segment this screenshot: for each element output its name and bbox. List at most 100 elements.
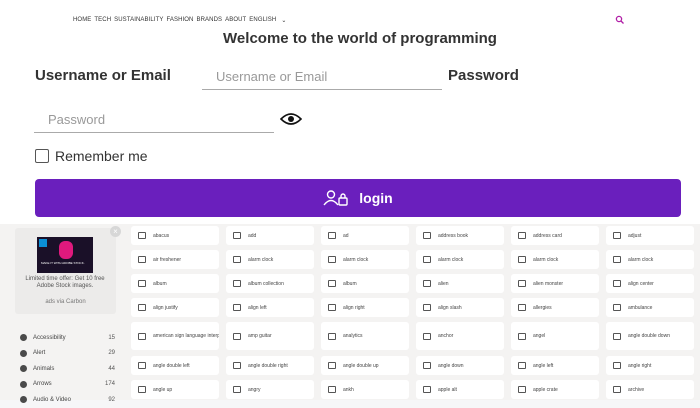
search-icon[interactable] [615, 15, 625, 25]
nav-fashion[interactable]: FASHION [166, 17, 193, 23]
nav-links: HOME TECH SUSTAINABILITY FASHION BRANDS … [73, 17, 286, 24]
icon-tile[interactable]: album [321, 274, 409, 293]
nav-about[interactable]: ABOUT [225, 17, 246, 23]
icon-tile-label: ambulance [628, 304, 653, 311]
amp-guitar-icon [233, 332, 241, 340]
chevron-down-icon[interactable]: ⌄ [281, 17, 286, 24]
icon-tile[interactable]: air freshener [131, 250, 219, 269]
icon-tile[interactable]: alarm clock [416, 250, 504, 269]
icon-tile[interactable]: allergies [511, 298, 599, 317]
icon-tile[interactable]: alarm clock [606, 250, 694, 269]
icon-tile[interactable]: alien monster [511, 274, 599, 293]
icon-tile[interactable]: add [226, 226, 314, 245]
icon-tile-label: alarm clock [438, 256, 464, 263]
icon-tile[interactable]: alarm clock [511, 250, 599, 269]
abacus-icon [138, 232, 146, 239]
icon-tile[interactable]: angle double left [131, 356, 219, 375]
nav-language[interactable]: ENGLISH [249, 17, 276, 23]
ad-image[interactable]: MAKE IT WITH ADOBE STOCK. [37, 237, 93, 273]
icon-tile[interactable]: apple alt [416, 380, 504, 399]
align-right-icon [328, 304, 336, 311]
icon-tile[interactable]: ankh [321, 380, 409, 399]
ad-attribution[interactable]: ads via Carbon [15, 299, 116, 305]
carbon-ad[interactable]: × MAKE IT WITH ADOBE STOCK. Limited time… [15, 226, 121, 314]
angle-left-icon [518, 362, 526, 369]
icon-tile[interactable]: angle double down [606, 322, 694, 350]
icon-tile-label: align right [343, 304, 365, 311]
icon-tile[interactable]: album collection [226, 274, 314, 293]
icon-tile[interactable]: adjust [606, 226, 694, 245]
password-input[interactable] [34, 106, 274, 133]
icon-tile[interactable]: analytics [321, 322, 409, 350]
icon-tile-label: anchor [438, 333, 454, 339]
icon-tile[interactable]: anchor [416, 322, 504, 350]
icon-tile-label: angle double down [628, 333, 670, 339]
icon-tile[interactable]: align justify [131, 298, 219, 317]
icon-tile[interactable]: angle up [131, 380, 219, 399]
remember-label: Remember me [55, 148, 148, 164]
icon-tile[interactable]: alien [416, 274, 504, 293]
alarm-clock-icon [518, 256, 526, 263]
adjust-icon [613, 232, 621, 239]
icon-tile-label: address card [533, 232, 562, 239]
arrows-icon [20, 380, 27, 388]
icon-tile[interactable]: angle left [511, 356, 599, 375]
align-left-icon [233, 304, 241, 311]
icon-tile-label: alarm clock [533, 256, 559, 263]
ad-caption[interactable]: Limited time offer: Get 10 free Adobe St… [25, 276, 105, 290]
icon-tile[interactable]: amp guitar [226, 322, 314, 350]
icon-tile[interactable]: ambulance [606, 298, 694, 317]
bell-icon [20, 349, 27, 357]
icon-tile[interactable]: alarm clock [321, 250, 409, 269]
close-icon[interactable]: × [110, 226, 121, 237]
icon-tile[interactable]: angry [226, 380, 314, 399]
album-icon [328, 280, 336, 287]
icon-tile[interactable]: archive [606, 380, 694, 399]
eye-icon[interactable] [280, 112, 302, 126]
icon-tile-label: abacus [153, 232, 170, 239]
category-item[interactable]: Accessibility 15 [20, 330, 115, 346]
icon-tile[interactable]: abacus [131, 226, 219, 245]
icon-tile[interactable]: apple crate [511, 380, 599, 399]
icon-tile[interactable]: angel [511, 322, 599, 350]
paw-icon [20, 365, 27, 373]
icon-tile[interactable]: align left [226, 298, 314, 317]
icon-tile-label: alarm clock [248, 256, 274, 263]
icon-tile[interactable]: angle down [416, 356, 504, 375]
remember-me[interactable]: Remember me [35, 148, 148, 164]
air-freshener-icon [138, 256, 146, 263]
remember-checkbox[interactable] [35, 149, 49, 163]
username-input[interactable] [202, 64, 442, 90]
alarm-clock-icon [233, 256, 241, 263]
icon-tile[interactable]: angle double right [226, 356, 314, 375]
icon-tile[interactable]: address card [511, 226, 599, 245]
icon-tile-label: add [248, 232, 257, 239]
nav-sustainability[interactable]: SUSTAINABILITY [114, 17, 163, 23]
icon-tile[interactable]: american sign language interpreting [131, 322, 219, 350]
icon-tile[interactable]: align right [321, 298, 409, 317]
analytics-icon [328, 332, 336, 340]
american-sign-language-interpreting-icon [138, 332, 146, 340]
login-label: login [359, 190, 393, 206]
alien-monster-icon [518, 280, 526, 287]
icon-tile-label: alarm clock [343, 256, 369, 263]
icon-tile-label: angel [533, 333, 546, 339]
ambulance-icon [613, 304, 621, 311]
icon-tile[interactable]: align slash [416, 298, 504, 317]
nav-home[interactable]: HOME [73, 17, 91, 23]
category-item[interactable]: Arrows 174 [20, 377, 115, 393]
category-item[interactable]: Alert 29 [20, 346, 115, 362]
icon-tile-label: angle right [628, 362, 652, 369]
icon-tile[interactable]: address book [416, 226, 504, 245]
icon-tile[interactable]: alarm clock [226, 250, 314, 269]
category-item[interactable]: Animals 44 [20, 361, 115, 377]
nav-brands[interactable]: BRANDS [197, 17, 223, 23]
nav-tech[interactable]: TECH [94, 17, 111, 23]
icon-tile-label: air freshener [153, 256, 182, 263]
icon-tile[interactable]: ad [321, 226, 409, 245]
login-button[interactable]: login [35, 179, 681, 217]
icon-tile[interactable]: album [131, 274, 219, 293]
icon-tile[interactable]: align center [606, 274, 694, 293]
icon-tile[interactable]: angle double up [321, 356, 409, 375]
icon-tile[interactable]: angle right [606, 356, 694, 375]
